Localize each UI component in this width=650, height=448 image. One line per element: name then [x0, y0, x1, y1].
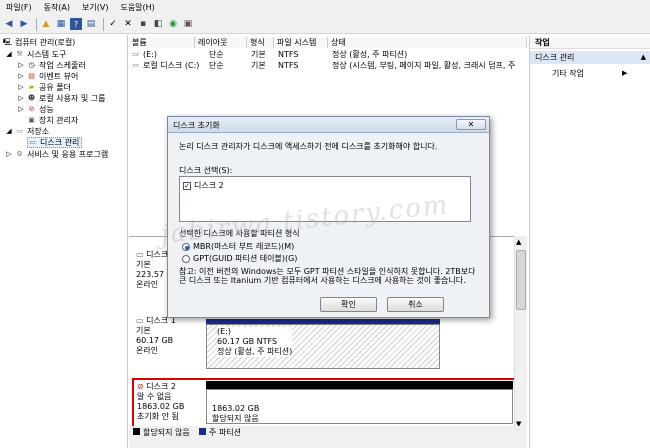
- menu-view[interactable]: 보기(V): [76, 2, 114, 13]
- toolbar-separator: [103, 17, 104, 31]
- forward-icon[interactable]: ▶: [18, 18, 30, 30]
- clock-icon: ◷: [28, 61, 35, 69]
- disk-icon[interactable]: ▣: [182, 18, 194, 30]
- tree-services[interactable]: ▷ ⚙ 서비스 및 응용 프로그램: [6, 149, 108, 160]
- collapse-arrow-icon[interactable]: ▲: [641, 51, 646, 64]
- disk-1-label[interactable]: ▭ 디스크 1 기본 60.17 GB 온라인: [136, 316, 176, 356]
- col-layout[interactable]: 레이아웃: [195, 37, 247, 48]
- tree-task-scheduler[interactable]: ▷ ◷ 작업 스케줄러: [18, 60, 85, 71]
- dialog-note: 참고: 이전 버전의 Windows는 모두 GPT 파티션 스타일을 인식하지…: [179, 267, 476, 285]
- uninitialized-disk-icon: ⊘: [137, 382, 147, 391]
- unallocated-swatch: [133, 428, 140, 435]
- actions-header: 작업: [530, 37, 650, 49]
- delete-icon[interactable]: ✕: [122, 18, 134, 30]
- disk-icon: ▭: [136, 250, 147, 259]
- shared-folder-icon: ▰: [28, 83, 35, 91]
- cancel-button[interactable]: 취소: [387, 297, 444, 312]
- device-manager-icon: ▣: [28, 116, 35, 124]
- primary-swatch: [199, 428, 206, 435]
- col-volume[interactable]: 볼륨: [129, 37, 195, 48]
- disk-list-item[interactable]: ✓ 디스크 2: [183, 180, 224, 191]
- close-icon[interactable]: ✕: [456, 119, 486, 130]
- dialog-titlebar[interactable]: 디스크 초기화 ✕: [168, 117, 489, 133]
- disk-2-label[interactable]: ⊘ 디스크 2 알 수 없음 1863.02 GB 초기화 안 됨: [137, 382, 184, 422]
- tree-event-viewer[interactable]: ▷ ▤ 이벤트 뷰어: [18, 71, 78, 82]
- radio-gpt[interactable]: [182, 254, 190, 263]
- unallocated-bar: [206, 381, 513, 389]
- import-icon[interactable]: ◧: [152, 18, 164, 30]
- storage-icon: ▭: [16, 127, 23, 135]
- menu-bar: 파일(F) 동작(A) 보기(V) 도움말(H): [0, 0, 650, 15]
- expand-arrow-icon[interactable]: ▷: [18, 94, 24, 103]
- col-filesystem[interactable]: 파일 시스템: [274, 37, 328, 48]
- disk-icon: ▭: [136, 316, 147, 325]
- unallocated-space[interactable]: 1863.02 GB 할당되지 않음: [206, 389, 513, 424]
- volume-row[interactable]: ▭ 로컬 디스크 (C:) 단순 기본 NTFS 정상 (시스템, 부팅, 페이…: [131, 60, 527, 71]
- list-icon[interactable]: ▤: [85, 18, 97, 30]
- col-type[interactable]: 형식: [247, 37, 274, 48]
- expand-arrow-icon[interactable]: ▷: [6, 150, 12, 159]
- select-disk-label: 디스크 선택(S):: [179, 166, 233, 175]
- computer-management-icon: 🖳: [2, 38, 13, 46]
- disk-management-icon: ▭: [29, 138, 36, 146]
- grid-icon[interactable]: ▦: [55, 18, 67, 30]
- expand-arrow-icon[interactable]: ▷: [18, 105, 24, 114]
- gpt-option[interactable]: GPT(GUID 파티션 테이블)(G): [182, 253, 297, 264]
- scroll-up-icon[interactable]: ▲: [516, 238, 521, 246]
- col-status[interactable]: 상태: [328, 37, 527, 48]
- drive-icon: ▭: [132, 50, 139, 58]
- tree-storage[interactable]: ◢ ▭ 저장소: [6, 126, 49, 137]
- dialog-title: 디스크 초기화: [173, 121, 220, 130]
- tree-disk-management[interactable]: ▭ 디스크 관리: [27, 137, 83, 148]
- expand-arrow-icon[interactable]: ▷: [18, 61, 24, 70]
- toolbar-separator: [36, 17, 37, 31]
- toolbar: ◀ ▶ ▲ ▦ ? ▤ ✓ ✕ ▪ ◧ ◉ ▣: [0, 15, 650, 34]
- tree-shared-folders[interactable]: ▷ ▰ 공유 폴더: [18, 82, 71, 93]
- submenu-arrow-icon: ▶: [622, 69, 628, 77]
- expand-arrow-icon[interactable]: ◢: [6, 127, 12, 136]
- volume-row[interactable]: ▭ (E:) 단순 기본 NTFS 정상 (활성, 주 파티션): [131, 49, 527, 60]
- services-icon: ⚙: [16, 150, 23, 158]
- legend: 할당되지 않음 주 파티션: [129, 426, 527, 448]
- legend-primary: 주 파티션: [209, 428, 241, 437]
- dialog-message: 논리 디스크 관리자가 디스크에 액세스하기 전에 디스크를 초기화해야 합니다…: [179, 142, 438, 151]
- drive-icon: ▭: [132, 61, 139, 69]
- tree-performance[interactable]: ▷ ⊘ 성능: [18, 104, 53, 115]
- search-icon[interactable]: ◉: [167, 18, 179, 30]
- menu-file[interactable]: 파일(F): [0, 2, 38, 13]
- scrollbar-thumb[interactable]: [516, 250, 526, 310]
- refresh-icon[interactable]: ✓: [107, 18, 119, 30]
- event-viewer-icon: ▤: [28, 72, 35, 80]
- partition-e[interactable]: (E:) 60.17 GB NTFS 정상 (활성, 주 파티션): [206, 324, 440, 369]
- tree-system-tools[interactable]: ◢ ⚒ 시스템 도구: [6, 49, 66, 60]
- ok-button[interactable]: 확인: [320, 297, 377, 312]
- back-icon[interactable]: ◀: [3, 18, 15, 30]
- navigation-tree: 🖳 컴퓨터 관리(로컬) ◢ ⚒ 시스템 도구 ▷ ◷ 작업 스케줄러 ▷ ▤ …: [0, 35, 128, 448]
- actions-section[interactable]: 디스크 관리 ▲: [530, 51, 650, 64]
- properties-icon[interactable]: ▪: [137, 18, 149, 30]
- help-icon[interactable]: ?: [70, 18, 82, 30]
- expand-arrow-icon[interactable]: ◢: [6, 50, 12, 59]
- up-folder-icon[interactable]: ▲: [40, 18, 52, 30]
- menu-action[interactable]: 동작(A): [38, 2, 76, 13]
- checkbox[interactable]: ✓: [183, 181, 191, 190]
- more-actions[interactable]: 기타 작업 ▶: [552, 68, 627, 79]
- performance-icon: ⊘: [28, 105, 35, 113]
- expand-arrow-icon[interactable]: ▷: [18, 72, 24, 81]
- actions-pane: 작업 디스크 관리 ▲ 기타 작업 ▶: [529, 35, 650, 448]
- tree-local-users[interactable]: ▷ ☻ 로컬 사용자 및 그룹: [18, 93, 105, 104]
- menu-help[interactable]: 도움말(H): [114, 2, 160, 13]
- users-icon: ☻: [27, 94, 36, 102]
- vertical-scrollbar[interactable]: ▲ ▼: [514, 236, 527, 430]
- legend-unallocated: 할당되지 않음: [143, 428, 190, 437]
- expand-arrow-icon[interactable]: ▷: [18, 83, 24, 92]
- tree-root[interactable]: 🖳 컴퓨터 관리(로컬): [3, 37, 75, 48]
- tree-device-manager[interactable]: ▣ 장치 관리자: [27, 115, 78, 126]
- tools-icon: ⚒: [16, 50, 23, 58]
